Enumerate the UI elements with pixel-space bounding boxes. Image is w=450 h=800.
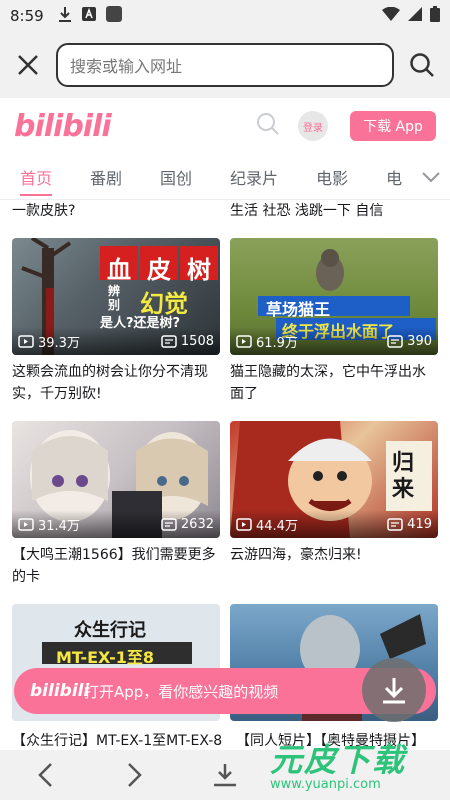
play-count-icon — [236, 334, 252, 348]
view-count: 31.4万 — [18, 515, 80, 534]
video-title[interactable]: 【大鸣王潮1566】我们需要更多的卡 — [12, 544, 220, 588]
tab-movie[interactable]: 电影 — [316, 154, 348, 199]
browser-url-bar: 搜索或输入网址 — [0, 32, 450, 98]
danmaku-icon — [387, 517, 403, 531]
overlay-word: 草场猫王 — [266, 300, 331, 319]
video-title[interactable]: 猫王隐藏的太深，它中午浮出水面了 — [230, 361, 438, 405]
search-icon — [257, 113, 279, 135]
video-card[interactable]: 31.4万 2632 【大鸣王潮1566】我们需要更多的卡 — [12, 421, 220, 588]
watermark: 元皮下载 www.yuanpi.com — [270, 735, 440, 795]
view-count: 44.4万 — [236, 515, 298, 534]
view-count: 39.3万 — [18, 332, 80, 351]
download-app-button[interactable]: 下载 App — [350, 111, 436, 141]
video-stats: 61.9万 390 — [230, 327, 438, 355]
video-stats: 31.4万 2632 — [12, 510, 220, 538]
danmaku-icon — [161, 334, 177, 348]
chevron-right-icon — [128, 763, 142, 787]
overlay-word: MT-EX-1至8 — [56, 648, 154, 667]
overlay-word: 众生行记 — [74, 620, 146, 641]
video-stats: 39.3万 1508 — [12, 327, 220, 355]
tab-tv[interactable]: 电 — [386, 154, 402, 199]
play-count-icon — [18, 517, 34, 531]
category-tabs: 首页 番剧 国创 纪录片 电影 电 — [0, 154, 450, 200]
overlay-word: 树 — [187, 256, 211, 284]
header-search-button[interactable] — [256, 112, 280, 140]
floating-download-button[interactable] — [362, 658, 426, 722]
overlay-word: 辨别 — [108, 284, 121, 312]
wifi-icon — [382, 6, 400, 25]
url-placeholder: 搜索或输入网址 — [70, 57, 183, 76]
overlay-word: 皮 — [147, 256, 171, 284]
watermark-sub: www.yuanpi.com — [270, 777, 381, 792]
danmaku-icon — [161, 517, 177, 531]
search-button[interactable] — [404, 47, 440, 83]
font-status-icon — [81, 7, 96, 25]
close-icon — [18, 55, 38, 75]
app-status-icon — [105, 6, 122, 26]
banner-text: 打开App，看你感兴趣的视频 — [84, 682, 279, 701]
video-card[interactable]: 归来 44.4万 419 云游四海，豪杰归来! — [230, 421, 438, 566]
signal-icon — [408, 7, 422, 25]
cut-title-left[interactable]: 一款皮肤? — [12, 200, 75, 220]
status-time: 8:59 — [10, 7, 44, 25]
chevron-down-icon — [422, 172, 440, 182]
forward-button[interactable] — [90, 750, 180, 800]
video-stats: 44.4万 419 — [230, 510, 438, 538]
bilibili-logo[interactable]: bilibili — [14, 109, 112, 144]
video-thumbnail[interactable]: 草场猫王 终于浮出水面了 61.9万 390 — [230, 238, 438, 355]
danmaku-count: 419 — [387, 517, 432, 532]
video-thumbnail[interactable]: 归来 44.4万 419 — [230, 421, 438, 538]
video-card[interactable]: 血 皮 树 幻觉 辨别 是人?还是树? 39.3万 1508 这颗会流血的树会让… — [12, 238, 220, 405]
play-count-icon — [236, 517, 252, 531]
battery-icon — [430, 6, 440, 26]
danmaku-count: 2632 — [161, 517, 214, 532]
video-card[interactable]: 草场猫王 终于浮出水面了 61.9万 390 猫王隐藏的太深，它中午浮出水面了 — [230, 238, 438, 405]
video-title[interactable]: 云游四海，豪杰归来! — [230, 544, 438, 566]
download-icon — [383, 678, 405, 704]
login-button[interactable]: 登录 — [298, 111, 328, 141]
download-status-icon — [58, 6, 72, 26]
site-header: bilibili 登录 下载 App — [0, 98, 450, 154]
back-button[interactable] — [0, 750, 90, 800]
chevron-left-icon — [38, 763, 52, 787]
downloads-button[interactable] — [180, 750, 270, 800]
cut-title-right[interactable]: 生活 社恐 浅跳一下 自信 — [230, 200, 383, 220]
close-button[interactable] — [10, 47, 46, 83]
overlay-word: 归来 — [392, 451, 415, 502]
download-icon — [214, 764, 236, 787]
danmaku-icon — [387, 334, 403, 348]
watermark-main: 元皮下载 — [270, 741, 407, 779]
tab-home[interactable]: 首页 — [20, 154, 53, 199]
video-thumbnail[interactable]: 血 皮 树 幻觉 辨别 是人?还是树? 39.3万 1508 — [12, 238, 220, 355]
tab-guochuang[interactable]: 国创 — [160, 154, 192, 199]
tab-documentary[interactable]: 纪录片 — [230, 154, 278, 199]
danmaku-count: 1508 — [161, 334, 214, 349]
view-count: 61.9万 — [236, 332, 298, 351]
status-bar: 8:59 — [0, 0, 450, 32]
search-icon — [410, 53, 434, 77]
video-thumbnail[interactable]: 31.4万 2632 — [12, 421, 220, 538]
tabs-expand-button[interactable] — [406, 154, 450, 199]
play-count-icon — [18, 334, 34, 348]
cut-title-bottom-left[interactable]: 【众生行记】MT-EX-1至MT-EX-8 — [12, 730, 222, 750]
tab-anime[interactable]: 番剧 — [90, 154, 122, 199]
url-input[interactable]: 搜索或输入网址 — [56, 43, 394, 87]
danmaku-count: 390 — [387, 334, 432, 349]
overlay-word: 血 — [107, 256, 131, 284]
banner-logo: bilibili — [30, 681, 90, 701]
video-title[interactable]: 这颗会流血的树会让你分不清现实，千万别砍! — [12, 361, 220, 405]
